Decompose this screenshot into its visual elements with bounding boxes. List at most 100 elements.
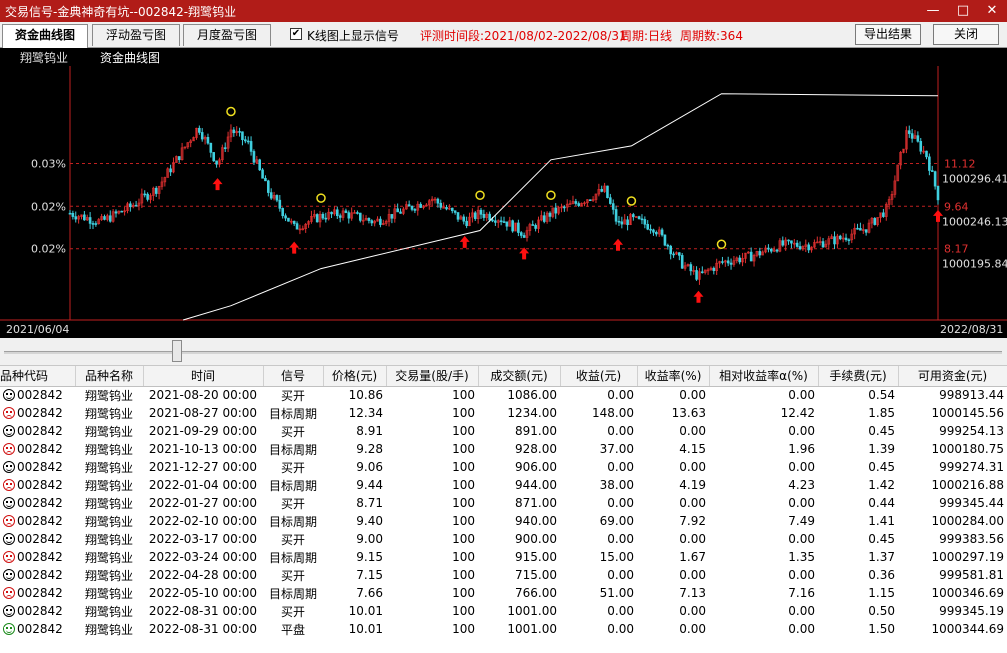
cell-rate: 0.00 [679, 496, 706, 510]
column-header-amount[interactable]: 成交额(元) [478, 366, 561, 387]
cycle-count-text: 周期数:364 [680, 29, 743, 43]
table-row[interactable]: 002842 翔鹭钨业 2022-01-27 00:00 买开 8.71 100 871.0… [0, 494, 1007, 512]
chart-scrollbar[interactable] [0, 338, 1007, 366]
tab-equity-curve[interactable]: 资金曲线图 [2, 24, 88, 48]
code-text: 002842 [17, 406, 63, 420]
cell-cash: 1000284.00 [931, 514, 1004, 528]
maximize-button[interactable]: □ [948, 0, 978, 22]
code-text: 002842 [17, 550, 63, 564]
table-row[interactable]: 002842 翔鹭钨业 2022-04-28 00:00 买开 7.15 100 715.0… [0, 566, 1007, 584]
price-candle [637, 216, 641, 220]
cell-code: 002842 [0, 512, 75, 530]
price-candle [94, 223, 98, 225]
left-axis-label: 0.02% [31, 200, 66, 213]
table-row[interactable]: 002842 翔鹭钨业 2022-03-24 00:00 目标周期 9.15 100 915… [0, 548, 1007, 566]
column-header-name[interactable]: 品种名称 [75, 366, 144, 387]
price-candle [275, 195, 279, 201]
cell-fee: 0.54 [868, 388, 895, 403]
cell-fee: 0.45 [868, 532, 895, 546]
cell-time: 2022-05-10 00:00 [148, 586, 258, 600]
price-candle [781, 240, 785, 246]
price-candle [129, 203, 132, 208]
cell-profit: 0.00 [607, 460, 634, 474]
tab-monthly-pnl[interactable]: 月度盈亏图 [183, 24, 271, 46]
table-row[interactable]: 002842 翔鹭钨业 2022-02-10 00:00 目标周期 9.40 100 940… [0, 512, 1007, 530]
price-candle [413, 209, 417, 211]
price-candle [436, 198, 440, 204]
table-row[interactable]: 002842 翔鹭钨业 2021-08-27 00:00 目标周期 12.34 100 12… [0, 404, 1007, 422]
column-header-cash[interactable]: 可用资金(元) [898, 366, 1007, 387]
table-row[interactable]: 002842 翔鹭钨业 2022-03-17 00:00 买开 9.00 100 900.0… [0, 530, 1007, 548]
price-candle [499, 220, 503, 223]
table-row[interactable]: 002842 翔鹭钨业 2022-05-10 00:00 目标周期 7.66 100 766… [0, 584, 1007, 602]
cell-cash: 998913.44 [939, 388, 1004, 403]
table-row[interactable]: 002842 翔鹭钨业 2022-08-31 00:00 买开 10.01 100 1001… [0, 602, 1007, 620]
scrollbar-track[interactable] [4, 351, 1002, 354]
price-tick-label: 11.12 [944, 158, 976, 171]
cell-name: 翔鹭钨业 [84, 460, 133, 475]
cell-alpha: 7.49 [788, 514, 815, 528]
column-header-profit[interactable]: 收益(元) [560, 366, 638, 387]
table-row[interactable]: 002842 翔鹭钨业 2022-01-04 00:00 目标周期 9.44 100 944… [0, 476, 1007, 494]
price-candle [548, 212, 552, 217]
cell-time: 2021-10-13 00:00 [148, 442, 258, 456]
price-candle [678, 252, 681, 256]
table-row[interactable]: 002842 翔鹭钨业 2021-09-29 00:00 买开 8.91 100 891.0… [0, 422, 1007, 440]
price-candle [680, 255, 684, 269]
tab-floating-pnl[interactable]: 浮动盈亏图 [92, 24, 180, 46]
column-header-code[interactable]: 品种代码 [0, 366, 76, 387]
table-row[interactable]: 002842 翔鹭钨业 2021-10-13 00:00 目标周期 9.28 100 928… [0, 440, 1007, 458]
cell-profit: 0.00 [607, 388, 634, 403]
cell-amount: 900.00 [515, 532, 557, 546]
price-candle [292, 220, 296, 224]
show-signals-checkbox[interactable]: ✔ [290, 28, 302, 40]
export-button[interactable]: 导出结果 [855, 24, 921, 45]
code-text: 002842 [17, 622, 63, 636]
cell-volume: 100 [452, 604, 475, 618]
smile-face-icon [3, 587, 15, 599]
price-candle [620, 221, 624, 225]
column-header-price[interactable]: 价格(元) [323, 366, 387, 387]
scrollbar-thumb[interactable] [172, 340, 182, 362]
cell-price: 12.34 [348, 406, 383, 420]
cell-name: 翔鹭钨业 [84, 478, 133, 493]
table-row[interactable]: 002842 翔鹭钨业 2021-08-20 00:00 买开 10.86 100 1086… [0, 386, 1007, 404]
minimize-button[interactable]: — [918, 0, 948, 22]
price-candle [264, 177, 267, 182]
column-header-signal[interactable]: 信号 [263, 366, 324, 387]
price-candle [787, 239, 790, 242]
price-candle [726, 260, 730, 264]
close-window-button[interactable]: ✕ [977, 0, 1007, 22]
price-candle [649, 228, 652, 231]
cell-time: 2022-02-10 00:00 [148, 514, 258, 528]
cell-fee: 0.50 [868, 604, 895, 618]
cell-price: 9.00 [356, 532, 383, 546]
equity-tick-label: 1000296.41 [942, 173, 1007, 186]
close-button[interactable]: 关闭 [933, 24, 999, 45]
equity-tick-label: 1000246.13 [942, 215, 1007, 228]
table-row[interactable]: 002842 翔鹭钨业 2021-12-27 00:00 买开 9.06 100 906.0… [0, 458, 1007, 476]
price-candle [456, 212, 460, 220]
price-candle [933, 171, 937, 187]
price-candle [114, 211, 118, 214]
cell-alpha: 1.35 [788, 550, 815, 564]
price-candle [488, 213, 491, 221]
column-header-alpha[interactable]: 相对收益率α(%) [709, 366, 819, 387]
cell-amount: 944.00 [515, 478, 557, 492]
price-candle [511, 220, 514, 232]
column-header-rate[interactable]: 收益率(%) [637, 366, 710, 387]
price-candle [198, 127, 201, 133]
cell-profit: 0.00 [607, 568, 634, 582]
cell-amount: 1001.00 [507, 622, 557, 636]
price-candle [632, 214, 635, 218]
column-header-fee[interactable]: 手续费(元) [818, 366, 899, 387]
table-row[interactable]: 002842 翔鹭钨业 2022-08-31 00:00 平盘 10.01 100 1001… [0, 620, 1007, 638]
cell-price: 10.01 [348, 622, 383, 636]
toolbar: 资金曲线图 浮动盈亏图 月度盈亏图 ✔ K线图上显示信号 评测时间段:2021/… [0, 22, 1007, 48]
column-header-time[interactable]: 时间 [143, 366, 264, 387]
price-candle [445, 207, 448, 210]
cell-cash: 999383.56 [939, 532, 1004, 546]
column-header-volume[interactable]: 交易量(股/手) [386, 366, 479, 387]
cell-alpha: 0.00 [788, 424, 815, 438]
price-candle [738, 257, 741, 263]
